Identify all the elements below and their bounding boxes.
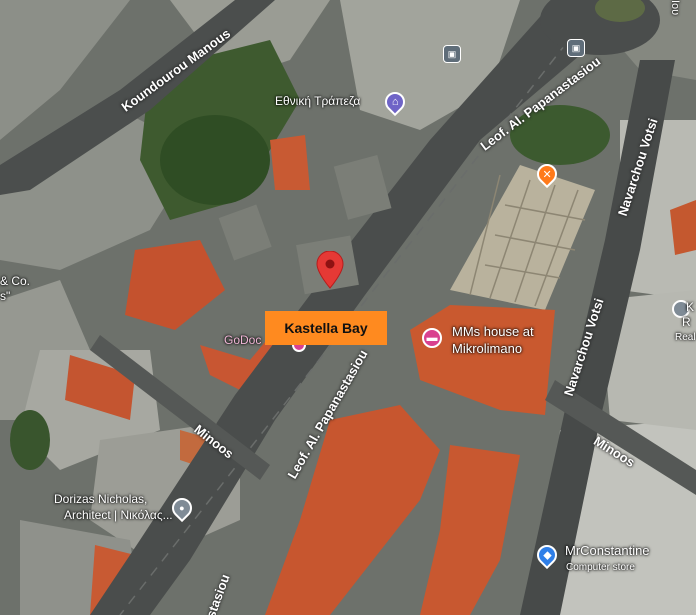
location-pin-icon[interactable] [316, 251, 344, 289]
poi-partial-right-line1: K [686, 300, 695, 314]
poi-bank-label: Εθνική Τράπεζα [275, 94, 361, 108]
selected-place-callout[interactable]: Kastella Bay [265, 311, 387, 345]
satellite-map[interactable]: Koundourou Manous Leof. Al. Papanastasio… [0, 0, 696, 615]
poi-mrconstantine-sub: Computer store [566, 562, 635, 573]
hotel-icon: ▬ [422, 328, 442, 348]
poi-mrconstantine-name: MrConstantine [565, 543, 650, 558]
poi-partial-right-line3: Real [675, 332, 696, 343]
poi-partial-left-line2: s" [0, 289, 11, 303]
poi-dorizas-line1: Dorizas Nicholas, [54, 492, 148, 506]
poi-dorizas-line2: Architect | Νικόλας... [64, 508, 173, 522]
poi-mms-house-line2: Mikrolimano [452, 341, 523, 356]
poi-partial-right-line2: R [682, 315, 691, 329]
edge-text: Ιου [669, 0, 681, 16]
poi-godoc-label[interactable]: GoDoc [224, 333, 261, 348]
bus-stop-icon[interactable]: ▣ [443, 45, 461, 63]
poi-mms-house-line1: MMs house at [452, 324, 534, 339]
bus-stop-icon[interactable]: ▣ [567, 39, 585, 57]
poi-partial-left-line1: & Co. [0, 274, 31, 288]
